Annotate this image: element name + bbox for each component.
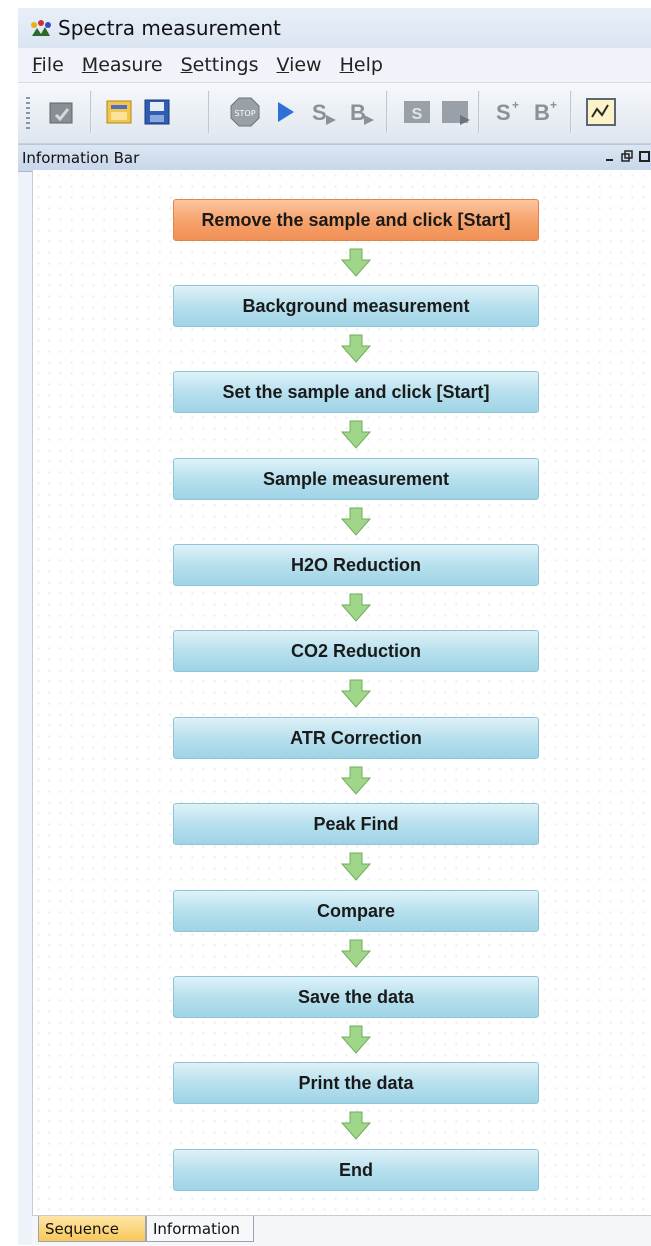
step-peak-find[interactable]: Peak Find xyxy=(173,803,539,845)
background-multi-icon[interactable] xyxy=(438,95,472,129)
toolbar-grip-icon[interactable] xyxy=(26,97,30,129)
tab-sequence[interactable]: Sequence xyxy=(38,1216,146,1242)
save-icon[interactable] xyxy=(140,95,174,129)
flow-arrow-icon xyxy=(340,334,372,364)
information-bar-header: Information Bar xyxy=(18,144,651,172)
svg-text:B: B xyxy=(534,100,550,125)
step-sample-measurement[interactable]: Sample measurement xyxy=(173,458,539,500)
step-co2-reduction[interactable]: CO2 Reduction xyxy=(173,630,539,672)
play-icon[interactable] xyxy=(268,95,302,129)
minimize-icon[interactable] xyxy=(605,149,615,170)
flow-arrow-icon xyxy=(340,852,372,882)
step-end[interactable]: End xyxy=(173,1149,539,1191)
stop-label: STOP xyxy=(234,109,255,118)
svg-text:+: + xyxy=(512,98,519,112)
flow-arrow-icon xyxy=(340,1025,372,1055)
restore-icon[interactable] xyxy=(621,149,633,170)
open-folder-icon[interactable] xyxy=(102,95,136,129)
sample-series-icon[interactable]: S + xyxy=(492,95,526,129)
flow-arrow-icon xyxy=(340,1111,372,1141)
step-background-measurement[interactable]: Background measurement xyxy=(173,285,539,327)
step-compare[interactable]: Compare xyxy=(173,890,539,932)
flow-arrow-icon xyxy=(340,939,372,969)
title-bar: Spectra measurement xyxy=(18,8,651,48)
maximize-icon[interactable] xyxy=(639,149,651,170)
flow-arrow-icon xyxy=(340,766,372,796)
flow-arrow-icon xyxy=(340,593,372,623)
monitor-icon[interactable] xyxy=(584,95,618,129)
flow-arrow-icon xyxy=(340,248,372,278)
spectra-app-icon xyxy=(30,18,52,38)
svg-text:S: S xyxy=(496,100,511,125)
background-arrow-icon[interactable]: B xyxy=(344,95,378,129)
sample-multi-icon[interactable]: S xyxy=(400,95,434,129)
flow-arrow-icon xyxy=(340,507,372,537)
information-bar-title: Information Bar xyxy=(22,149,140,167)
step-h2o-reduction[interactable]: H2O Reduction xyxy=(173,544,539,586)
background-series-icon[interactable]: B + xyxy=(530,95,564,129)
menu-measure[interactable]: Measure xyxy=(82,54,163,76)
step-set-sample[interactable]: Set the sample and click [Start] xyxy=(173,371,539,413)
menu-bar: File Measure Settings View Help xyxy=(18,48,651,83)
tab-information[interactable]: Information xyxy=(146,1216,254,1242)
sequence-panel: Remove the sample and click [Start] Back… xyxy=(32,170,651,1215)
step-save-data[interactable]: Save the data xyxy=(173,976,539,1018)
new-icon[interactable] xyxy=(44,95,78,129)
menu-settings[interactable]: Settings xyxy=(181,54,259,76)
menu-view[interactable]: View xyxy=(277,54,322,76)
flow-arrow-icon xyxy=(340,420,372,450)
stop-icon[interactable]: STOP xyxy=(228,95,262,129)
window-title: Spectra measurement xyxy=(58,16,281,40)
step-atr-correction[interactable]: ATR Correction xyxy=(173,717,539,759)
menu-file[interactable]: File xyxy=(32,54,64,76)
step-remove-sample[interactable]: Remove the sample and click [Start] xyxy=(173,199,539,241)
svg-text:S: S xyxy=(312,100,327,125)
flow-arrow-icon xyxy=(340,679,372,709)
panel-tab-strip: Sequence Information xyxy=(32,1215,651,1246)
sample-arrow-icon[interactable]: S xyxy=(306,95,340,129)
svg-text:+: + xyxy=(550,98,557,112)
step-print-data[interactable]: Print the data xyxy=(173,1062,539,1104)
app-window: Spectra measurement File Measure Setting… xyxy=(18,8,651,1246)
toolbar: STOP S B S S + B + xyxy=(18,83,651,144)
svg-text:S: S xyxy=(412,106,423,123)
menu-help[interactable]: Help xyxy=(340,54,383,76)
svg-text:B: B xyxy=(350,100,366,125)
